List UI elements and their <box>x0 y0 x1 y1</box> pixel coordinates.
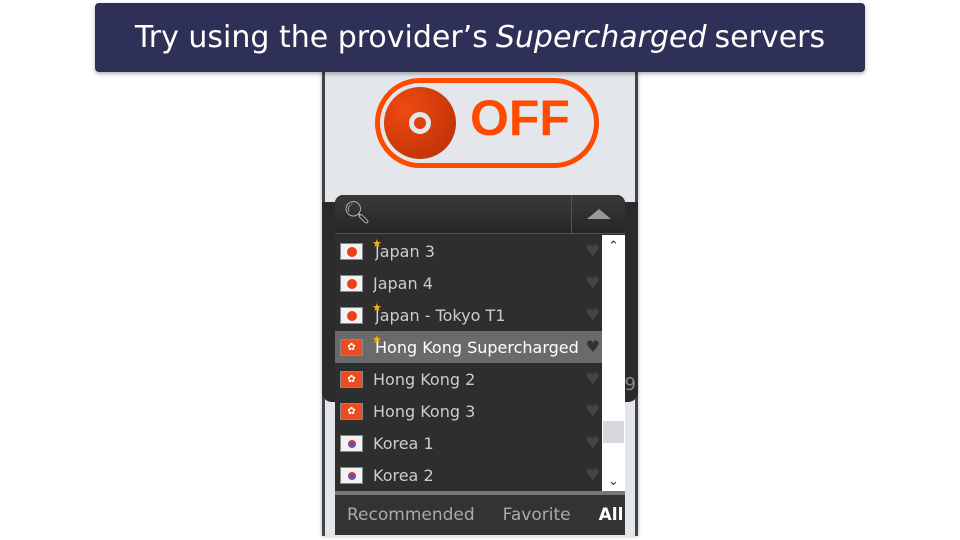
server-name: Hong Kong Supercharged <box>375 337 579 357</box>
server-row[interactable]: ✿ ★ Hong Kong Supercharged ♥ <box>335 331 602 363</box>
flag-jp-icon <box>340 306 363 324</box>
flag-hk-icon: ✿ <box>340 338 363 356</box>
tab-recommended[interactable]: Recommended <box>347 505 475 525</box>
favorite-heart-icon[interactable]: ♥ <box>586 241 600 260</box>
server-row[interactable]: Japan 4 ♥ <box>335 267 602 299</box>
server-name: Korea 1 <box>373 433 434 453</box>
server-row[interactable]: ★ Japan - Tokyo T1 ♥ <box>335 299 602 331</box>
flag-hk-icon: ✿ <box>340 370 363 388</box>
flag-kr-icon <box>340 466 363 484</box>
collapse-dropdown-button[interactable] <box>571 195 625 233</box>
server-name: Japan 3 <box>375 241 435 261</box>
flag-jp-icon <box>340 274 363 292</box>
server-search-bar[interactable]: 🔍︎ <box>335 195 625 234</box>
favorite-heart-icon[interactable]: ♥ <box>586 433 600 452</box>
server-name: Korea 2 <box>373 465 434 485</box>
favorite-heart-icon[interactable]: ♥ <box>586 273 600 292</box>
tab-all[interactable]: All <box>599 505 624 525</box>
flag-hk-icon: ✿ <box>340 402 363 420</box>
scrollbar-thumb[interactable] <box>603 421 624 443</box>
scroll-down-icon[interactable]: ⌄ <box>602 474 625 489</box>
connection-toggle[interactable]: OFF <box>375 78 599 168</box>
server-row[interactable]: ✿ Hong Kong 3 ♥ <box>335 395 602 427</box>
toggle-label: OFF <box>470 90 570 146</box>
server-name: Hong Kong 2 <box>373 369 476 389</box>
server-row[interactable]: ★ Japan 3 ♥ <box>335 235 602 267</box>
triangle-up-icon <box>586 209 611 219</box>
server-row[interactable]: ✿ Hong Kong 2 ♥ <box>335 363 602 395</box>
favorite-heart-icon[interactable]: ♥ <box>586 369 600 388</box>
star-icon: ★ <box>372 333 382 346</box>
caption-banner: Try using the provider’s Supercharged se… <box>95 3 865 72</box>
scroll-up-icon[interactable]: ⌃ <box>602 239 625 254</box>
favorite-heart-icon[interactable]: ♥ <box>586 465 600 484</box>
favorite-heart-icon[interactable]: ♥ <box>586 337 600 356</box>
server-list: ★ Japan 3 ♥ Japan 4 ♥ ★ Japan - Tokyo T1 ♥ ✿ ★ Hon… <box>335 235 602 491</box>
search-icon[interactable]: 🔍︎ <box>335 195 571 233</box>
star-icon: ★ <box>372 237 382 250</box>
banner-emphasis: Supercharged <box>495 20 707 55</box>
server-row[interactable]: Korea 1 ♥ <box>335 427 602 459</box>
server-name: Japan 4 <box>373 273 433 293</box>
star-icon: ★ <box>372 301 382 314</box>
background-text: 9 <box>624 374 636 395</box>
server-name: Hong Kong 3 <box>373 401 476 421</box>
tab-favorite[interactable]: Favorite <box>503 505 571 525</box>
server-row[interactable]: Korea 2 ♥ <box>335 459 602 491</box>
scrollbar[interactable]: ⌃ ⌄ <box>602 235 625 491</box>
favorite-heart-icon[interactable]: ♥ <box>586 305 600 324</box>
power-knob-icon <box>384 87 456 159</box>
flag-kr-icon <box>340 434 363 452</box>
server-dropdown: 🔍︎ ★ Japan 3 ♥ Japan 4 ♥ ★ Japan - Tokyo T1 ♥ ✿ ★… <box>335 195 625 535</box>
server-tabs: Recommended Favorite All <box>335 491 625 535</box>
favorite-heart-icon[interactable]: ♥ <box>586 401 600 420</box>
server-name: Japan - Tokyo T1 <box>375 305 506 325</box>
flag-jp-icon <box>340 242 363 260</box>
banner-text-end: servers <box>714 20 826 55</box>
banner-text: Try using the provider’s <box>134 20 488 55</box>
